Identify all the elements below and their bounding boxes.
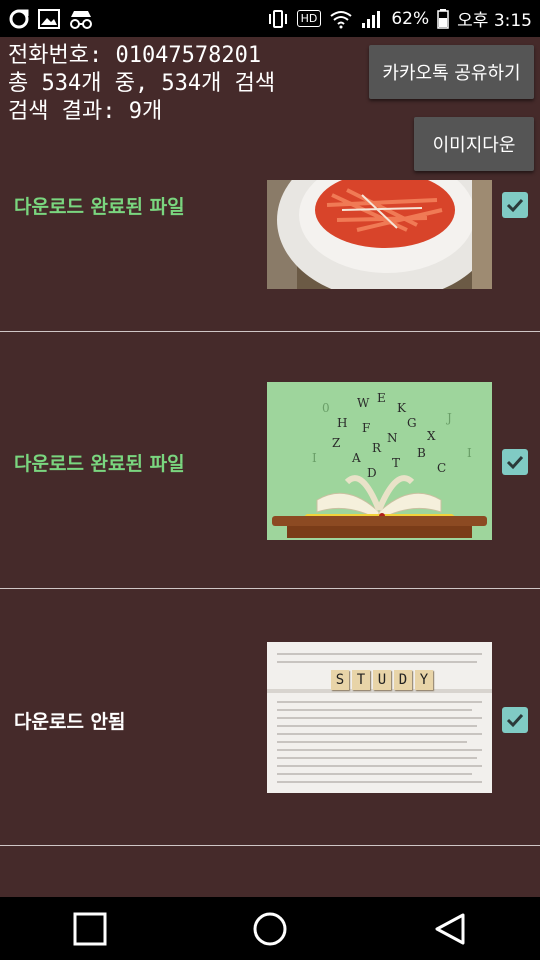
svg-text:D: D <box>367 466 377 480</box>
phone-number-line: 전화번호: 01047578201 <box>8 43 262 68</box>
square-icon <box>73 912 107 945</box>
navigation-bar <box>0 897 540 960</box>
svg-text:T: T <box>392 456 400 470</box>
letter-tile: U <box>373 670 391 690</box>
letter-tile: Y <box>415 670 433 690</box>
back-button[interactable] <box>420 899 480 959</box>
image-download-button[interactable]: 이미지다운 <box>414 117 534 171</box>
svg-text:0: 0 <box>322 401 330 415</box>
hd-icon: HD <box>296 10 322 27</box>
row-checkbox[interactable] <box>502 192 528 218</box>
svg-text:Z: Z <box>332 436 340 450</box>
svg-text:F: F <box>362 421 370 435</box>
svg-text:I: I <box>467 446 472 460</box>
row-divider <box>0 588 540 589</box>
recent-apps-button[interactable] <box>60 899 120 959</box>
battery-icon <box>437 8 449 29</box>
svg-text:I: I <box>312 451 317 465</box>
svg-text:B: B <box>417 446 426 460</box>
svg-text:X: X <box>427 429 436 443</box>
search-summary: 전화번호: 01047578201 총 534개 중, 534개 검색 검색 결… <box>8 42 275 126</box>
letter-tile: S <box>331 670 349 690</box>
thumbnail-food[interactable] <box>267 180 492 289</box>
thumbnail-study[interactable]: S T U D Y <box>267 642 492 793</box>
gallery-icon <box>38 8 60 29</box>
download-status-label: 다운로드 안됨 <box>14 711 126 733</box>
total-count-line: 총 534개 중, 534개 검색 <box>8 71 276 96</box>
svg-text:C: C <box>437 461 446 475</box>
svg-text:N: N <box>387 431 398 445</box>
svg-text:G: G <box>407 416 417 430</box>
row-checkbox[interactable] <box>502 707 528 733</box>
signal-icon <box>361 9 383 29</box>
svg-text:J: J <box>445 411 452 425</box>
status-bar: HD 62% 오후 3:15 <box>0 0 540 37</box>
circle-icon <box>253 912 287 945</box>
svg-text:W: W <box>357 396 370 410</box>
status-right: HD 62% 오후 3:15 <box>267 6 532 31</box>
svg-text:R: R <box>372 441 382 455</box>
row-divider <box>0 845 540 846</box>
svg-text:K: K <box>397 401 407 415</box>
letter-tile: T <box>352 670 370 690</box>
checkmark-icon <box>506 198 524 213</box>
app-notification-icon <box>8 8 30 30</box>
download-status-label: 다운로드 완료된 파일 <box>14 453 185 475</box>
clock: 오후 3:15 <box>457 11 532 31</box>
list-item[interactable]: 다운로드 안됨 S T U D Y <box>0 590 540 846</box>
letter-tile: D <box>394 670 412 690</box>
triangle-back-icon <box>435 913 465 944</box>
status-left <box>8 8 94 30</box>
list-item[interactable]: 다운로드 완료된 파일 <box>0 177 540 332</box>
checkmark-icon <box>506 455 524 470</box>
image-list[interactable]: 다운로드 완료된 파일 다운로드 완료된 파일 WEK H F N G X R … <box>0 177 540 897</box>
kakaotalk-share-button[interactable]: 카카오톡 공유하기 <box>369 45 534 99</box>
checkmark-icon <box>506 713 524 728</box>
svg-text:E: E <box>377 391 386 405</box>
row-divider <box>0 331 540 332</box>
row-checkbox[interactable] <box>502 449 528 475</box>
download-status-label: 다운로드 완료된 파일 <box>14 196 185 218</box>
svg-text:A: A <box>351 451 361 465</box>
svg-text:H: H <box>337 416 347 430</box>
result-count-line: 검색 결과: 9개 <box>8 99 163 124</box>
vibrate-icon <box>267 9 289 29</box>
list-item[interactable]: 다운로드 완료된 파일 WEK H F N GX R A T B Z C D 0 J I I <box>0 333 540 589</box>
thumbnail-book[interactable]: WEK H F N GX R A T B Z C D 0 J I I <box>267 382 492 540</box>
study-tiles: S T U D Y <box>331 670 433 690</box>
battery-percent: 62% <box>391 8 430 29</box>
wifi-icon <box>329 9 353 29</box>
home-button[interactable] <box>240 899 300 959</box>
incognito-icon <box>68 9 94 29</box>
